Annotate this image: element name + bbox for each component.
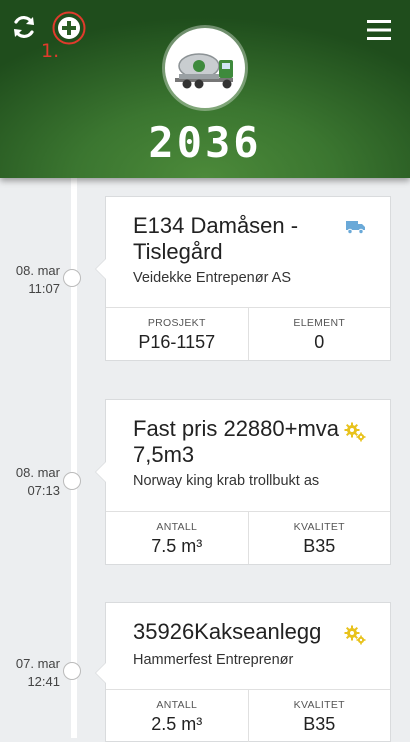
field-value: 7.5 m³ [151, 536, 203, 556]
card-field: ANTALL 7.5 m³ [106, 512, 248, 564]
timestamp: 07. mar 12:41 [0, 655, 60, 691]
hamburger-menu-icon[interactable] [366, 18, 392, 42]
timeline-dot [63, 269, 81, 287]
card-title: Fast pris 22880+mva 7,5m3 [133, 416, 340, 467]
delivery-card[interactable]: E134 Damåsen - Tislegård Veidekke Entrep… [95, 196, 391, 361]
app-header: 1. 2036 [0, 0, 410, 178]
entry-time: 07:13 [27, 483, 60, 498]
card-field: ELEMENT 0 [247, 308, 391, 360]
field-value: B35 [303, 714, 336, 734]
delivery-card[interactable]: 35926Kakseanlegg Hammerfest Entreprenør … [95, 602, 391, 742]
card-field: KVALITET B35 [247, 690, 391, 742]
timestamp: 08. mar 11:07 [0, 262, 60, 298]
card-footer: PROSJEKT P16-1157 ELEMENT 0 [106, 307, 390, 360]
truck-icon [346, 219, 366, 238]
concrete-mixer-truck-icon [165, 53, 245, 108]
entry-date: 07. mar [15, 656, 60, 671]
field-value: 0 [314, 332, 325, 352]
card-subtitle: Norway king krab trollbukt as [133, 473, 320, 489]
gears-icon [344, 625, 366, 649]
refresh-icon[interactable] [11, 14, 37, 40]
field-label: ANTALL [156, 521, 198, 533]
card-field: PROSJEKT P16-1157 [106, 308, 248, 360]
card-footer: ANTALL 2.5 m³ KVALITET B35 [106, 689, 390, 742]
card-subtitle: Hammerfest Entreprenør [133, 652, 294, 668]
card-footer: ANTALL 7.5 m³ KVALITET B35 [106, 511, 390, 564]
card-title: E134 Damåsen - Tislegård [133, 213, 299, 264]
entry-date: 08. mar [15, 465, 60, 480]
field-label: PROSJEKT [147, 317, 206, 329]
timeline-line [71, 178, 77, 738]
entry-time: 12:41 [27, 674, 60, 689]
card-field: KVALITET B35 [247, 512, 391, 564]
card-subtitle: Veidekke Entrepenør AS [133, 270, 291, 286]
field-value: B35 [303, 536, 336, 556]
timestamp: 08. mar 07:13 [0, 464, 60, 500]
delivery-card[interactable]: Fast pris 22880+mva 7,5m3 Norway king kr… [95, 399, 391, 565]
field-value: 2.5 m³ [151, 714, 203, 734]
timeline-dot [63, 662, 81, 680]
card-field: ANTALL 2.5 m³ [106, 690, 248, 742]
card-title: 35926Kakseanlegg [133, 619, 322, 644]
vehicle-number: 2036 [148, 118, 262, 167]
entry-date: 08. mar [15, 263, 60, 278]
field-label: KVALITET [293, 521, 345, 533]
vehicle-avatar[interactable] [165, 28, 245, 108]
gears-icon [344, 422, 366, 446]
timeline-dot [63, 472, 81, 490]
field-label: ELEMENT [293, 317, 346, 329]
field-label: KVALITET [293, 699, 345, 711]
entry-time: 11:07 [28, 281, 60, 296]
field-label: ANTALL [156, 699, 198, 711]
annotation-label: 1. [41, 40, 60, 62]
field-value: P16-1157 [138, 332, 216, 352]
